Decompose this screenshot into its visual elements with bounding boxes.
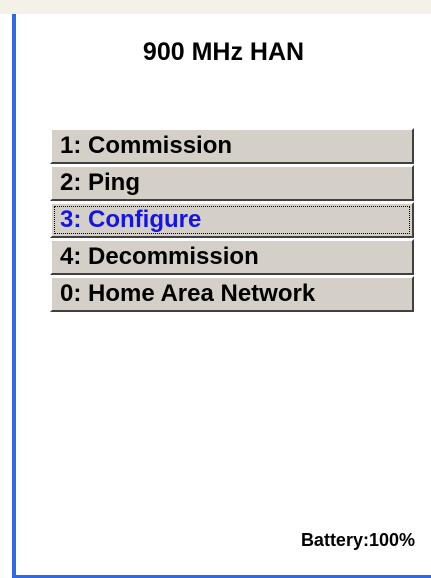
menu-item-home-area-network[interactable]: 0: Home Area Network bbox=[50, 276, 414, 312]
menu-item-ping[interactable]: 2: Ping bbox=[50, 165, 414, 201]
han-screen: 900 MHz HAN 1: Commission 2: Ping 3: Con… bbox=[16, 14, 431, 578]
menu-item-commission[interactable]: 1: Commission bbox=[50, 128, 414, 164]
top-strip bbox=[0, 0, 431, 14]
menu-item-configure[interactable]: 3: Configure bbox=[50, 202, 414, 238]
screen-title: 900 MHz HAN bbox=[142, 38, 305, 66]
menu-item-decommission[interactable]: 4: Decommission bbox=[50, 239, 414, 275]
han-menu: 1: Commission 2: Ping 3: Configure 4: De… bbox=[50, 128, 414, 313]
battery-status: Battery:100% bbox=[300, 530, 415, 550]
